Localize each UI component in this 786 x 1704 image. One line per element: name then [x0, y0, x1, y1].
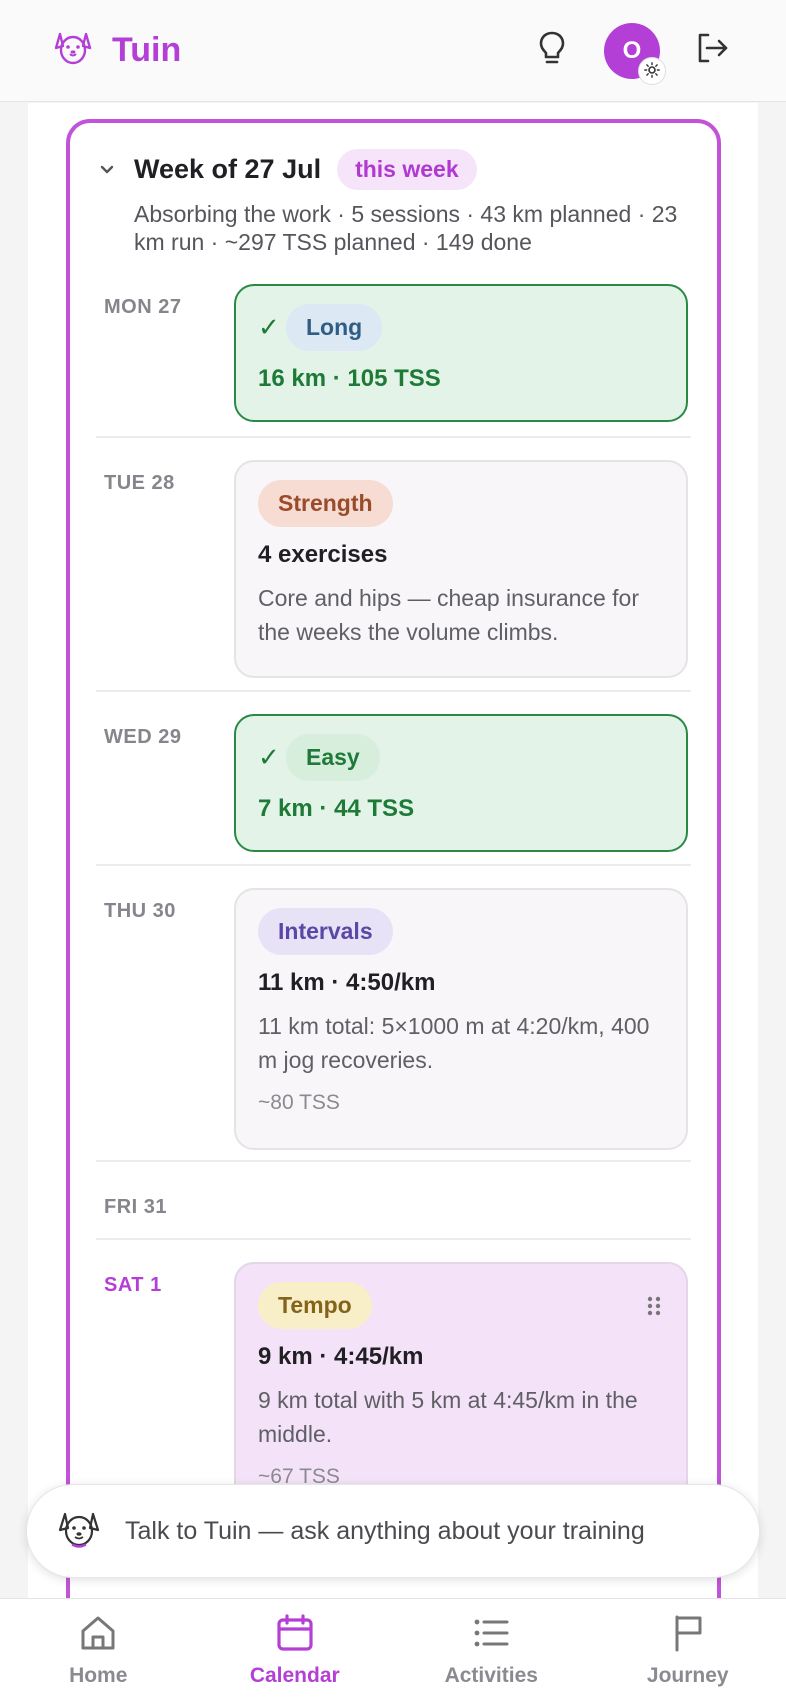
session-metric: 7 km · 44 TSS: [258, 795, 415, 822]
session-description: 11 km total: 5×1000 m at 4:20/km, 400 m …: [258, 1013, 650, 1073]
session-card-long[interactable]: ✓ Long 16 km · 105 TSS: [234, 284, 688, 422]
sun-icon: [644, 57, 660, 85]
day-label: THU 30: [104, 900, 176, 922]
avatar-initial: O: [622, 36, 642, 64]
day-row-thu: THU 30 Intervals 11 km · 4:50/km 11 km t…: [96, 866, 691, 1162]
app-name: Tuin: [112, 31, 182, 69]
session-description: 9 km total with 5 km at 4:45/km in the m…: [258, 1387, 638, 1447]
day-label: WED 29: [104, 726, 182, 748]
nav-label: Calendar: [249, 1664, 340, 1687]
day-label: TUE 28: [104, 472, 175, 494]
day-row-wed: WED 29 ✓ Easy 7 km · 44 TSS: [96, 692, 691, 866]
dog-avatar-icon: [55, 1507, 103, 1556]
lightbulb-icon: [537, 30, 567, 71]
app-header: Tuin O: [0, 0, 786, 102]
nav-label: Home: [69, 1664, 128, 1687]
dog-logo-icon: [52, 28, 94, 73]
session-description: Core and hips — cheap insurance for the …: [258, 585, 639, 645]
session-type-tag: Intervals: [258, 908, 393, 955]
drag-handle-icon[interactable]: [644, 1294, 664, 1318]
nav-label: Journey: [646, 1664, 729, 1687]
check-icon: ✓: [258, 312, 280, 342]
day-row-tue: TUE 28 Strength 4 exercises Core and hip…: [96, 438, 691, 692]
week-title: Week of 27 Jul: [134, 154, 322, 184]
calendar-content[interactable]: Week of 27 Jul this week Absorbing the w…: [28, 103, 758, 1600]
session-card-easy[interactable]: ✓ Easy 7 km · 44 TSS: [234, 714, 688, 852]
this-week-badge: this week: [337, 149, 477, 190]
bottom-nav: Home Calendar Activities Journey: [0, 1598, 786, 1704]
flag-icon: [668, 1613, 708, 1658]
session-card-strength[interactable]: Strength 4 exercises Core and hips — che…: [234, 460, 688, 678]
nav-label: Activities: [444, 1664, 538, 1687]
week-summary: Absorbing the work · 5 sessions · 43 km …: [134, 201, 678, 255]
nav-journey[interactable]: Journey: [590, 1599, 786, 1704]
day-label: MON 27: [104, 296, 182, 318]
tips-button[interactable]: [530, 29, 574, 73]
logout-button[interactable]: [690, 29, 734, 73]
nav-calendar[interactable]: Calendar: [197, 1599, 394, 1704]
logout-icon: [694, 30, 730, 71]
week-header[interactable]: Week of 27 Jul this week: [96, 149, 691, 190]
chat-placeholder: Talk to Tuin — ask anything about your t…: [125, 1516, 645, 1545]
user-avatar[interactable]: O: [604, 22, 666, 85]
session-tss: ~80 TSS: [258, 1091, 340, 1114]
theme-toggle[interactable]: [638, 56, 666, 85]
session-metric: 11 km · 4:50/km: [258, 969, 436, 996]
check-icon: ✓: [258, 742, 280, 772]
day-label: FRI 31: [104, 1196, 168, 1218]
list-icon: [471, 1613, 511, 1658]
session-type-tag: Strength: [258, 480, 393, 527]
week-card: Week of 27 Jul this week Absorbing the w…: [66, 119, 721, 1600]
session-type-tag: Easy: [286, 734, 380, 781]
session-metric: 16 km · 105 TSS: [258, 365, 441, 392]
chevron-down-icon[interactable]: [96, 159, 118, 181]
day-row-mon: MON 27 ✓ Long 16 km · 105 TSS: [96, 284, 691, 438]
app-logo[interactable]: Tuin: [52, 28, 181, 73]
nav-home[interactable]: Home: [0, 1599, 197, 1704]
calendar-icon: [275, 1613, 315, 1658]
home-icon: [78, 1613, 118, 1658]
session-type-tag: Long: [286, 304, 383, 351]
chat-input[interactable]: Talk to Tuin — ask anything about your t…: [26, 1484, 760, 1578]
session-type-tag: Tempo: [258, 1282, 372, 1329]
session-card-intervals[interactable]: Intervals 11 km · 4:50/km 11 km total: 5…: [234, 888, 688, 1150]
session-metric: 4 exercises: [258, 541, 388, 568]
nav-activities[interactable]: Activities: [393, 1599, 590, 1704]
day-row-fri: FRI 31: [96, 1162, 691, 1240]
session-metric: 9 km · 4:45/km: [258, 1343, 424, 1370]
